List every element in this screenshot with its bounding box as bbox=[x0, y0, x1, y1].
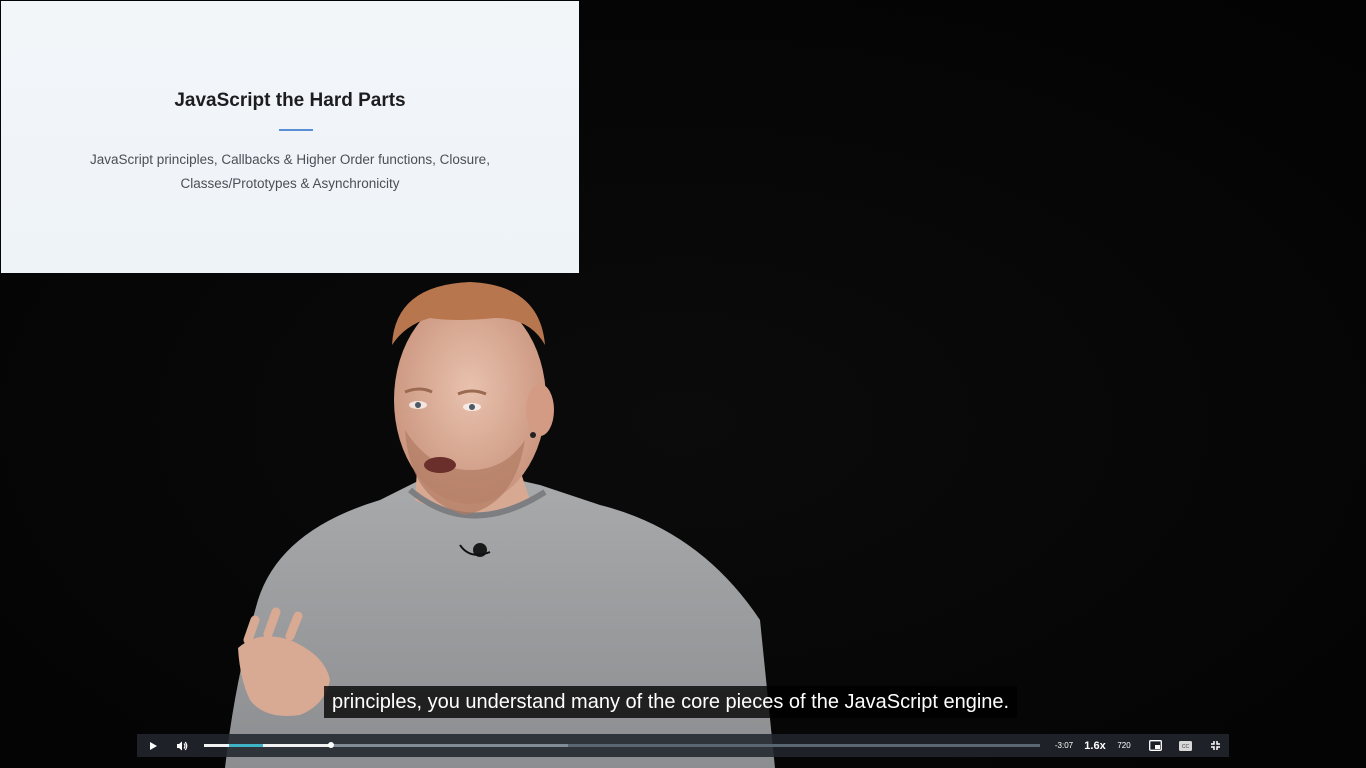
slide-description: JavaScript principles, Callbacks & Highe… bbox=[61, 148, 519, 196]
exit-fullscreen-icon bbox=[1210, 741, 1220, 750]
video-player[interactable]: JavaScript the Hard Parts JavaScript pri… bbox=[0, 0, 1366, 768]
captions-button[interactable]: CC bbox=[1175, 734, 1195, 757]
exit-fullscreen-button[interactable] bbox=[1205, 734, 1225, 757]
slide-description-line: JavaScript principles, Callbacks & Highe… bbox=[90, 152, 490, 167]
volume-icon bbox=[177, 741, 188, 750]
slide-divider bbox=[279, 129, 313, 131]
slide-description-line: Classes/Prototypes & Asynchronicity bbox=[180, 176, 400, 191]
captions-icon: CC bbox=[1178, 740, 1192, 751]
playback-speed-button[interactable]: 1.6x bbox=[1081, 734, 1109, 757]
seek-progress bbox=[204, 744, 332, 747]
picture-in-picture-icon bbox=[1148, 740, 1162, 751]
play-button[interactable] bbox=[143, 734, 163, 757]
volume-button[interactable] bbox=[171, 734, 193, 757]
quality-button[interactable]: 720 bbox=[1113, 734, 1135, 757]
time-remaining: -3:07 bbox=[1054, 741, 1074, 750]
lecture-slide: JavaScript the Hard Parts JavaScript pri… bbox=[1, 1, 579, 273]
slide-title: JavaScript the Hard Parts bbox=[174, 90, 406, 111]
subtitle-caption: principles, you understand many of the c… bbox=[324, 686, 1018, 718]
seek-handle[interactable] bbox=[328, 742, 335, 748]
player-control-bar: -3:07 1.6x 720 CC bbox=[137, 734, 1229, 757]
picture-in-picture-button[interactable] bbox=[1145, 734, 1165, 757]
seek-highlight bbox=[229, 744, 263, 747]
seek-bar[interactable] bbox=[204, 742, 1040, 748]
play-icon bbox=[150, 741, 157, 750]
svg-text:CC: CC bbox=[1181, 744, 1189, 750]
